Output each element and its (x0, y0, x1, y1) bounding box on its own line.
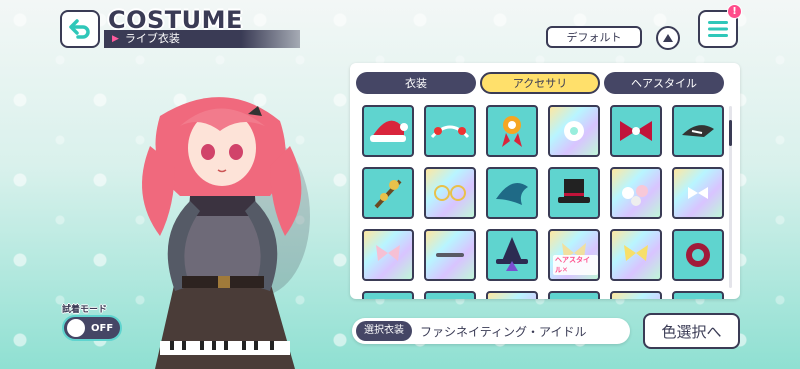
trial-mode-label: 試着モード (62, 305, 108, 315)
flower-clip-icon (564, 121, 584, 141)
accessory-item[interactable] (486, 105, 538, 157)
ribbon-bow-icon (620, 121, 652, 141)
accessory-item[interactable] (486, 229, 538, 281)
back-button[interactable] (60, 10, 100, 48)
accessory-item[interactable] (362, 167, 414, 219)
accessory-item[interactable]: ヘアスタイル✕ (548, 229, 600, 281)
collapse-panel-button[interactable] (656, 26, 680, 50)
flower-crown-icon (622, 185, 648, 206)
page-subtitle: ライブ衣装 (124, 32, 180, 45)
page-subtitle-bar: ▶ ライブ衣装 (104, 30, 300, 48)
accessory-panel: 衣装 アクセサリ ヘアスタイル ヘアスタイル✕ (350, 63, 740, 299)
branch-clip-icon (374, 179, 402, 209)
witch-hat-icon (496, 237, 528, 271)
accessory-item[interactable] (672, 105, 724, 157)
red-scrunchie-icon (686, 243, 710, 267)
yellow-ribbon-icon (624, 245, 648, 261)
accessory-item[interactable] (610, 291, 662, 299)
partial-item-icon (550, 293, 598, 299)
partial-item-icon (426, 293, 474, 299)
accessory-item[interactable] (424, 105, 476, 157)
tab-hairstyle[interactable]: ヘアスタイル (604, 72, 724, 94)
tab-accessory[interactable]: アクセサリ (480, 72, 600, 94)
top-hat-icon (558, 179, 590, 203)
accessory-grid: ヘアスタイル✕ (362, 105, 724, 299)
accessory-item[interactable] (610, 105, 662, 157)
hair-pin-icon (436, 253, 464, 257)
pink-bow-icon (376, 245, 400, 261)
rosette-icon (502, 116, 522, 147)
panel-scrollbar[interactable] (729, 106, 732, 288)
partial-item-icon (674, 293, 722, 299)
accessory-item[interactable] (424, 291, 476, 299)
triangle-up-icon (663, 34, 673, 42)
small-bow-icon (688, 187, 708, 199)
scrollbar-thumb[interactable] (729, 120, 732, 146)
character-model (142, 97, 310, 369)
partial-item-icon (364, 293, 412, 299)
trial-mode-state: OFF (91, 322, 114, 334)
accessory-item[interactable] (486, 291, 538, 299)
accessory-item[interactable] (672, 229, 724, 281)
selected-costume-name: ファシネイティング・アイドル (420, 324, 587, 339)
hamburger-menu-icon (708, 21, 728, 37)
back-arrow-icon (69, 19, 90, 39)
default-button[interactable]: デフォルト (546, 26, 642, 48)
accessory-item[interactable] (486, 167, 538, 219)
santa-hat-icon (370, 120, 408, 142)
fin-accessory-icon (496, 183, 528, 205)
accessory-item[interactable] (424, 167, 476, 219)
accessory-item[interactable] (362, 229, 414, 281)
item-tag: ヘアスタイル✕ (553, 255, 598, 275)
accessory-item[interactable] (672, 167, 724, 219)
accessory-item[interactable] (548, 105, 600, 157)
accessory-item[interactable] (548, 291, 600, 299)
bird-clip-icon (682, 125, 714, 137)
tab-costume[interactable]: 衣装 (356, 72, 476, 94)
accessory-item[interactable] (672, 291, 724, 299)
accessory-item[interactable] (362, 291, 414, 299)
selected-costume-label: 選択衣装 (356, 321, 412, 341)
partial-item-icon (612, 293, 660, 299)
color-select-button[interactable]: 色選択へ (643, 313, 740, 349)
notification-badge: ! (727, 4, 742, 19)
partial-item-icon (488, 293, 536, 299)
accessory-item[interactable] (610, 167, 662, 219)
selected-costume-bar: 選択衣装 ファシネイティング・アイドル (352, 318, 630, 344)
accessory-item[interactable] (548, 167, 600, 219)
accessory-item[interactable] (362, 105, 414, 157)
glasses-icon (434, 185, 466, 201)
headband-icon (430, 125, 470, 139)
accessory-item[interactable] (610, 229, 662, 281)
accessory-item[interactable] (424, 229, 476, 281)
toggle-knob (67, 319, 85, 337)
trial-mode-toggle[interactable]: OFF (62, 315, 122, 341)
category-tabs: 衣装 アクセサリ ヘアスタイル (356, 72, 724, 94)
triangle-icon: ▶ (112, 34, 119, 44)
